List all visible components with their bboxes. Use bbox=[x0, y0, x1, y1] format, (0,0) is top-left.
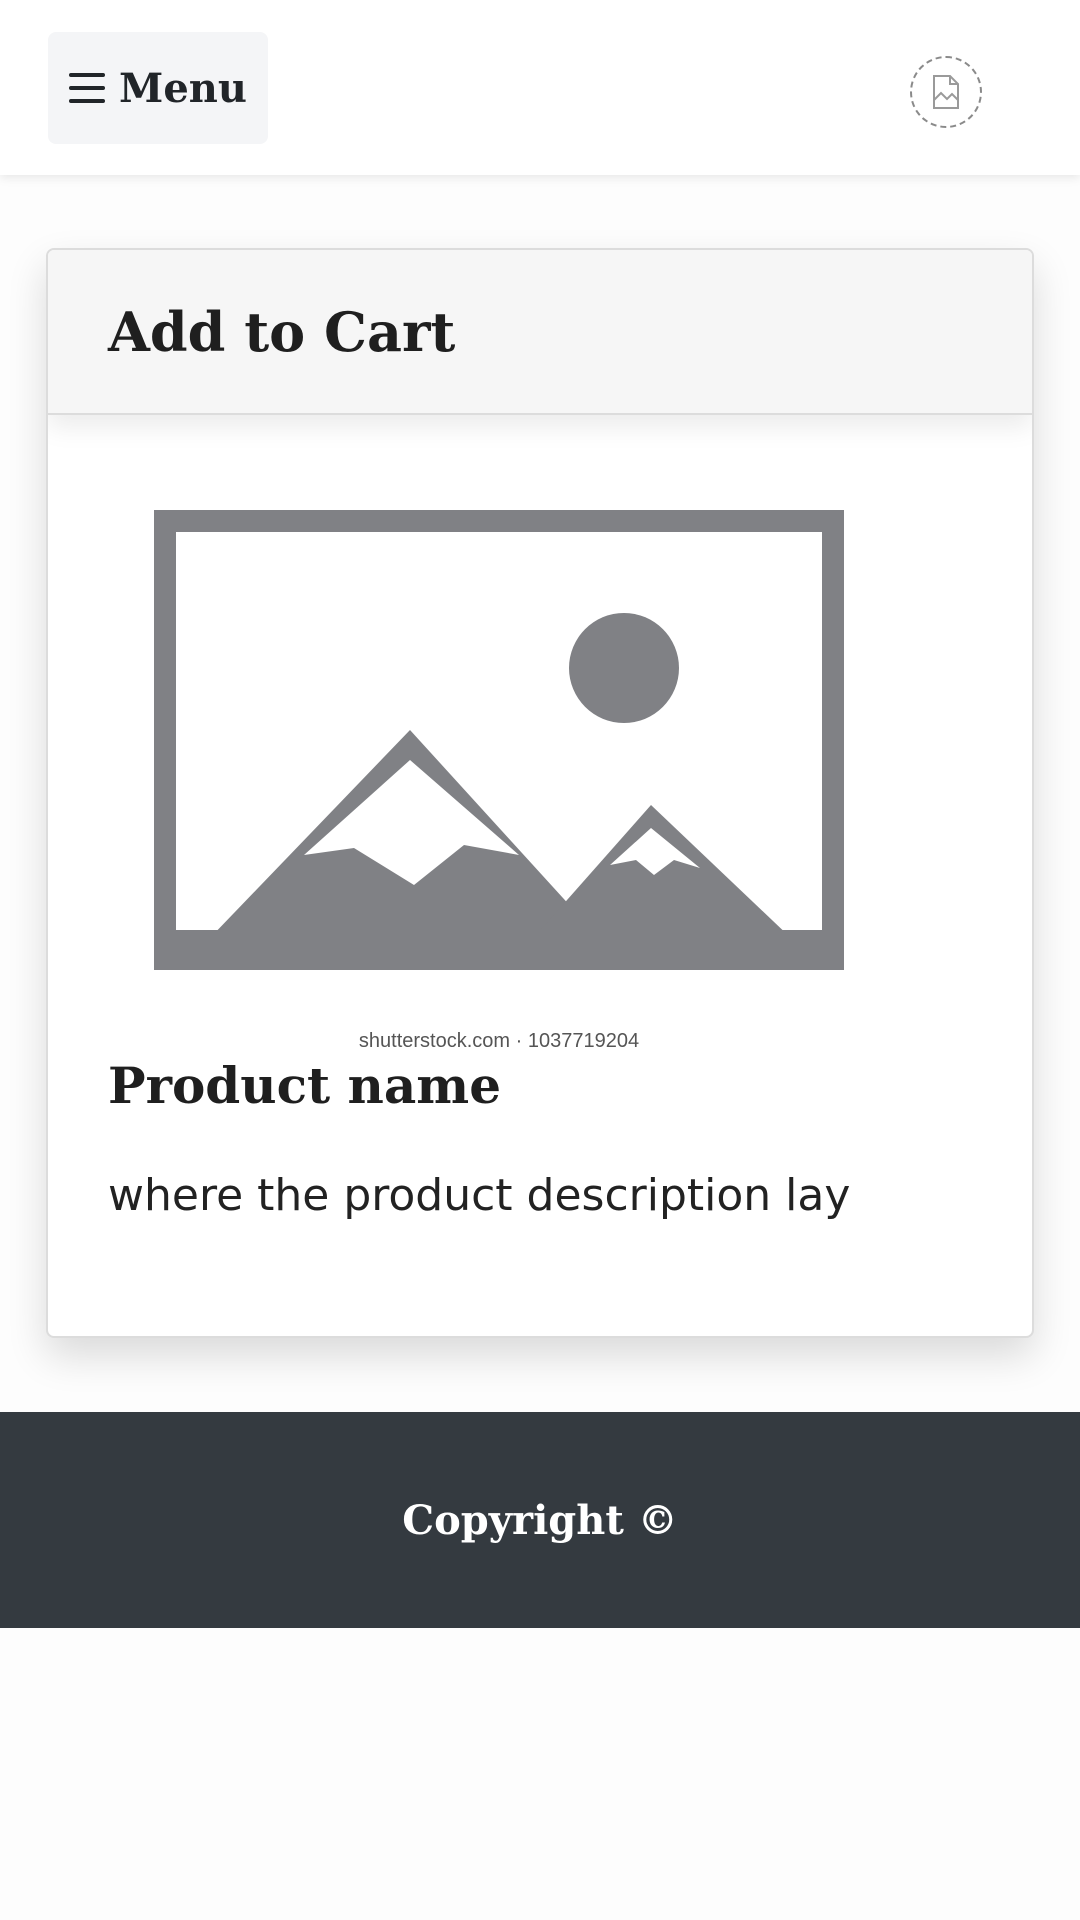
card-title: Add to Cart bbox=[108, 299, 456, 364]
avatar[interactable] bbox=[910, 56, 982, 128]
menu-button-label: Menu bbox=[119, 64, 247, 112]
menu-button[interactable]: Menu bbox=[48, 32, 268, 144]
image-caption: shutterstock.com · 1037719204 bbox=[358, 1030, 640, 1052]
card-header: Add to Cart bbox=[48, 250, 1032, 415]
broken-image-icon bbox=[933, 75, 959, 109]
add-to-cart-card: Add to Cart shutterstock.com · 103771920… bbox=[46, 248, 1034, 1338]
product-name: Product name bbox=[108, 1056, 502, 1115]
footer: Copyright © bbox=[0, 1412, 1080, 1628]
top-navbar: Menu bbox=[0, 0, 1080, 175]
hamburger-icon bbox=[69, 73, 106, 103]
copyright-text: Copyright © bbox=[402, 1496, 678, 1544]
image-placeholder-icon[interactable] bbox=[154, 510, 844, 970]
product-description: where the product description lay bbox=[108, 1170, 851, 1221]
